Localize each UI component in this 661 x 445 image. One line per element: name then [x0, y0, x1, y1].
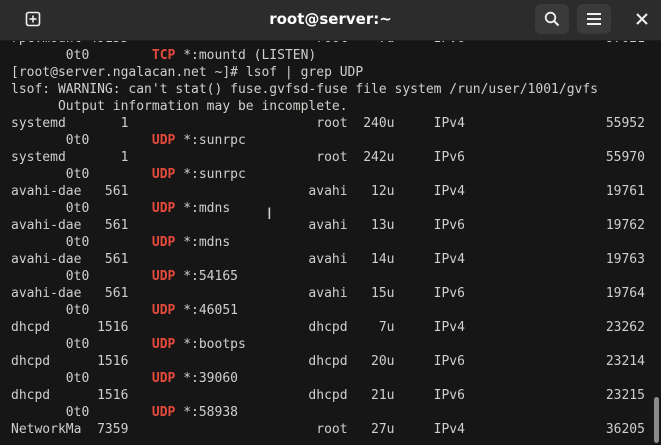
line-text: 0t0 — [11, 405, 152, 420]
terminal-line: avahi-dae 561 avahi 13u IPv6 19762 — [11, 217, 645, 234]
title-bar: root@server:~ — [0, 0, 661, 41]
search-button[interactable] — [535, 4, 569, 34]
terminal-line: 0t0 UDP *:sunrpc — [11, 166, 645, 183]
scrollbar[interactable] — [651, 41, 661, 445]
terminal-line: NetworkMa 7359 root 27u IPv4 36205 — [11, 421, 645, 438]
terminal-line: systemd 1 root 240u IPv4 55952 — [11, 115, 645, 132]
terminal-line: avahi-dae 561 avahi 14u IPv4 19763 — [11, 251, 645, 268]
terminal-line: 0t0 UDP *:54165 — [11, 268, 645, 285]
line-text: lsof: WARNING: can't stat() fuse.gvfsd-f… — [11, 82, 598, 97]
terminal-window: root@server:~ rpc.mount 49155 r — [0, 0, 661, 445]
terminal-line: 0t0 UDP *:sunrpc — [11, 132, 645, 149]
terminal-line: 0t0 UDP *:46051 — [11, 302, 645, 319]
protocol-label: UDP — [151, 269, 176, 284]
line-text: avahi-dae 561 avahi 13u IPv6 19762 — [11, 218, 645, 233]
terminal-output[interactable]: rpc.mount 49155 root 7u IPv6 97021 0t0 T… — [0, 41, 651, 445]
terminal-line: Output information may be incomplete. — [11, 98, 645, 115]
line-text: 0t0 — [11, 201, 152, 216]
line-text: NetworkMa 7359 root 27u IPv4 36205 — [11, 422, 645, 437]
terminal-line: 0t0 UDP *:39060 — [11, 370, 645, 387]
line-text: avahi-dae 561 avahi 12u IPv4 19761 — [11, 184, 645, 199]
new-tab-icon — [25, 11, 41, 27]
protocol-label: UDP — [151, 371, 176, 386]
line-text: avahi-dae 561 avahi 14u IPv4 19763 — [11, 252, 645, 267]
line-text: 0t0 — [11, 337, 152, 352]
line-text: *:sunrpc — [175, 167, 246, 182]
terminal-line: dhcpd 1516 dhcpd 7u IPv4 23262 — [11, 319, 645, 336]
protocol-label: UDP — [151, 167, 176, 182]
new-tab-button[interactable] — [16, 4, 50, 34]
line-text: rpc.mount 49155 root 7u IPv6 97021 — [11, 41, 645, 46]
search-icon — [544, 11, 560, 27]
line-text: dhcpd 1516 dhcpd 7u IPv4 23262 — [11, 320, 645, 335]
line-text: [root@server.ngalacan.net ~]# lsof | gre… — [11, 65, 364, 80]
line-text: *:bootps — [175, 337, 246, 352]
terminal-line: avahi-dae 561 avahi 15u IPv6 19764 — [11, 285, 645, 302]
line-text: *:mdns — [175, 235, 231, 250]
terminal-line: dhcpd 1516 dhcpd 20u IPv6 23214 — [11, 353, 645, 370]
protocol-label: UDP — [151, 405, 176, 420]
line-text: dhcpd 1516 dhcpd 20u IPv6 23214 — [11, 354, 645, 369]
line-text: *:sunrpc — [175, 133, 246, 148]
line-text: *:mountd (LISTEN) — [175, 48, 317, 63]
protocol-label: UDP — [151, 201, 176, 216]
protocol-label: UDP — [151, 303, 176, 318]
line-text: systemd 1 root 240u IPv4 55952 — [11, 116, 645, 131]
line-text: dhcpd 1516 dhcpd 21u IPv6 23215 — [11, 388, 645, 403]
line-text: *:mdns — [175, 201, 231, 216]
terminal-line: dhcpd 1516 dhcpd 21u IPv6 23215 — [11, 387, 645, 404]
terminal-line: 0t0 UDP *:mdns — [11, 200, 645, 217]
terminal-line: systemd 1 root 242u IPv6 55970 — [11, 149, 645, 166]
text-cursor-icon: I — [267, 204, 272, 223]
close-button[interactable] — [625, 4, 659, 34]
menu-button[interactable] — [577, 4, 611, 34]
line-text: 0t0 — [11, 133, 152, 148]
line-text: 0t0 — [11, 269, 152, 284]
terminal-lines: rpc.mount 49155 root 7u IPv6 97021 0t0 T… — [11, 41, 645, 438]
line-text: Output information may be incomplete. — [11, 99, 348, 114]
protocol-label: UDP — [151, 133, 176, 148]
terminal-line: 0t0 UDP *:bootps — [11, 336, 645, 353]
protocol-label: TCP — [151, 48, 176, 63]
scrollbar-thumb[interactable] — [654, 397, 659, 443]
line-text: 0t0 — [11, 371, 152, 386]
hamburger-menu-icon — [587, 13, 601, 25]
terminal-line: 0t0 UDP *:mdns — [11, 234, 645, 251]
protocol-label: UDP — [151, 235, 176, 250]
line-text: 0t0 — [11, 303, 152, 318]
terminal-line: 0t0 TCP *:mountd (LISTEN) — [11, 47, 645, 64]
line-text: systemd 1 root 242u IPv6 55970 — [11, 150, 645, 165]
protocol-label: UDP — [151, 337, 176, 352]
terminal-line: [root@server.ngalacan.net ~]# lsof | gre… — [11, 64, 645, 81]
line-text: *:54165 — [175, 269, 238, 284]
terminal-line: 0t0 UDP *:58938 — [11, 404, 645, 421]
terminal-line: avahi-dae 561 avahi 12u IPv4 19761 — [11, 183, 645, 200]
terminal-line: lsof: WARNING: can't stat() fuse.gvfsd-f… — [11, 81, 645, 98]
close-icon — [636, 13, 648, 25]
line-text: 0t0 — [11, 235, 152, 250]
line-text: 0t0 — [11, 48, 152, 63]
line-text: *:39060 — [175, 371, 238, 386]
line-text: *:46051 — [175, 303, 238, 318]
line-text: 0t0 — [11, 167, 152, 182]
line-text: avahi-dae 561 avahi 15u IPv6 19764 — [11, 286, 645, 301]
line-text: *:58938 — [175, 405, 238, 420]
